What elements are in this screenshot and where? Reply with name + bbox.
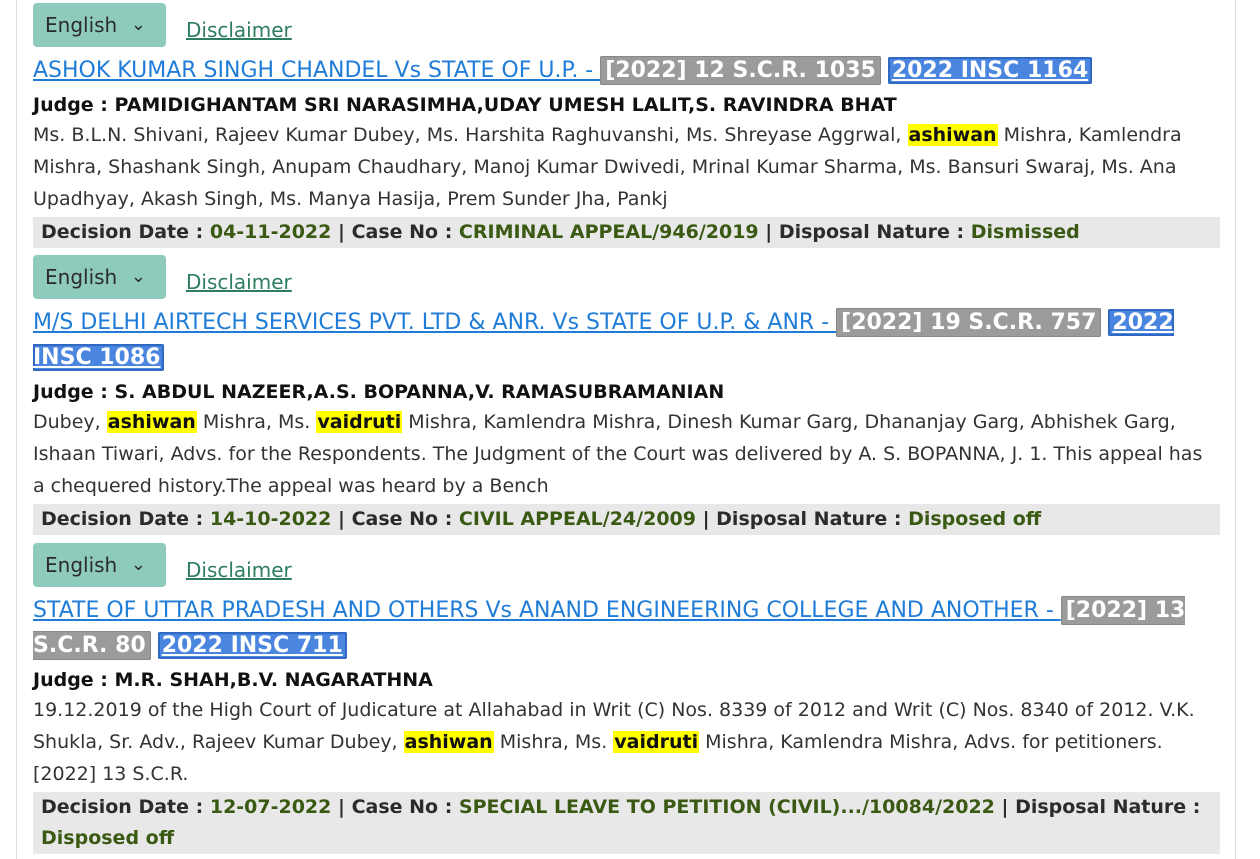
- search-result-3: English ⌄ Disclaimer STATE OF UTTAR PRAD…: [33, 543, 1220, 854]
- case-title-line: STATE OF UTTAR PRADESH AND OTHERS Vs ANA…: [33, 593, 1220, 663]
- search-term-highlight: ashiwan: [907, 124, 998, 146]
- language-select-value: English: [45, 553, 118, 577]
- search-term-highlight: ashiwan: [403, 731, 494, 753]
- disposal-value: Disposed off: [908, 508, 1042, 530]
- decision-date-value: 14-10-2022: [209, 508, 332, 530]
- judge-label: Judge :: [33, 669, 115, 691]
- disclaimer-link[interactable]: Disclaimer: [186, 267, 292, 297]
- scr-citation-badge: [2022] 19 S.C.R. 757: [836, 308, 1102, 337]
- disclaimer-link[interactable]: Disclaimer: [186, 555, 292, 585]
- case-title-link[interactable]: STATE OF UTTAR PRADESH AND OTHERS Vs ANA…: [33, 598, 1061, 623]
- case-title-link[interactable]: ASHOK KUMAR SINGH CHANDEL Vs STATE OF U.…: [33, 58, 600, 83]
- disposal-label: Disposal Nature :: [716, 508, 909, 530]
- disposal-label: Disposal Nature :: [778, 221, 971, 243]
- snippet-segment: Dubey,: [33, 411, 107, 433]
- search-result-2: English ⌄ Disclaimer M/S DELHI AIRTECH S…: [33, 255, 1220, 535]
- judge-label: Judge :: [33, 381, 115, 403]
- case-no-value: SPECIAL LEAVE TO PETITION (CIVIL).../100…: [458, 796, 995, 818]
- judge-line: Judge : PAMIDIGHANTAM SRI NARASIMHA,UDAY…: [33, 91, 1220, 119]
- search-result-1: English ⌄ Disclaimer ASHOK KUMAR SINGH C…: [33, 3, 1220, 248]
- case-title-line: ASHOK KUMAR SINGH CHANDEL Vs STATE OF U.…: [33, 53, 1220, 88]
- result-toolbar: English ⌄ Disclaimer: [33, 255, 1220, 301]
- case-no-value: CRIMINAL APPEAL/946/2019: [458, 221, 759, 243]
- case-no-value: CIVIL APPEAL/24/2009: [458, 508, 696, 530]
- decision-date-label: Decision Date :: [41, 796, 210, 818]
- result-toolbar: English ⌄ Disclaimer: [33, 3, 1220, 49]
- insc-citation-link[interactable]: 2022 INSC 1164: [887, 57, 1093, 84]
- language-select-value: English: [45, 265, 118, 289]
- decision-date-label: Decision Date :: [41, 508, 210, 530]
- disposal-label: Disposal Nature :: [1015, 796, 1201, 818]
- judge-line: Judge : S. ABDUL NAZEER,A.S. BOPANNA,V. …: [33, 378, 1220, 406]
- disposal-value: Disposed off: [41, 827, 175, 849]
- chevron-down-icon: ⌄: [130, 266, 146, 287]
- language-select[interactable]: English ⌄: [33, 255, 166, 299]
- snippet-text: 19.12.2019 of the High Court of Judicatu…: [33, 694, 1220, 790]
- judge-names: M.R. SHAH,B.V. NAGARATHNA: [114, 669, 433, 691]
- language-select-value: English: [45, 13, 118, 37]
- disclaimer-link[interactable]: Disclaimer: [186, 15, 292, 45]
- result-toolbar: English ⌄ Disclaimer: [33, 543, 1220, 589]
- decision-date-value: 04-11-2022: [209, 221, 332, 243]
- judge-names: S. ABDUL NAZEER,A.S. BOPANNA,V. RAMASUBR…: [114, 381, 725, 403]
- judge-line: Judge : M.R. SHAH,B.V. NAGARATHNA: [33, 666, 1220, 694]
- judge-label: Judge :: [33, 94, 115, 116]
- language-select[interactable]: English ⌄: [33, 543, 166, 587]
- disposal-value: Dismissed: [970, 221, 1080, 243]
- language-select[interactable]: English ⌄: [33, 3, 166, 47]
- judge-names: PAMIDIGHANTAM SRI NARASIMHA,UDAY UMESH L…: [114, 94, 897, 116]
- snippet-segment: Ms. B.L.N. Shivani, Rajeev Kumar Dubey, …: [33, 124, 908, 146]
- case-no-label: Case No :: [351, 796, 459, 818]
- case-meta-bar: Decision Date : 12-07-2022 | Case No : S…: [33, 792, 1220, 854]
- snippet-segment: Mishra, Ms.: [196, 411, 317, 433]
- case-title-link[interactable]: M/S DELHI AIRTECH SERVICES PVT. LTD & AN…: [33, 310, 836, 335]
- insc-citation-link[interactable]: 2022 INSC 711: [157, 632, 347, 659]
- case-meta-bar: Decision Date : 04-11-2022 | Case No : C…: [33, 217, 1220, 248]
- case-no-label: Case No :: [351, 221, 459, 243]
- case-meta-bar: Decision Date : 14-10-2022 | Case No : C…: [33, 504, 1220, 535]
- decision-date-value: 12-07-2022: [209, 796, 332, 818]
- search-term-highlight: ashiwan: [106, 411, 197, 433]
- search-term-highlight: vaidruti: [316, 411, 403, 433]
- chevron-down-icon: ⌄: [130, 554, 146, 575]
- case-no-label: Case No :: [351, 508, 459, 530]
- snippet-text: Ms. B.L.N. Shivani, Rajeev Kumar Dubey, …: [33, 119, 1220, 215]
- search-term-highlight: vaidruti: [613, 731, 700, 753]
- snippet-segment: Mishra, Ms.: [493, 731, 614, 753]
- snippet-text: Dubey, ashiwan Mishra, Ms. vaidruti Mish…: [33, 406, 1220, 502]
- scr-citation-badge: [2022] 12 S.C.R. 1035: [600, 56, 881, 85]
- case-title-line: M/S DELHI AIRTECH SERVICES PVT. LTD & AN…: [33, 305, 1220, 375]
- decision-date-label: Decision Date :: [41, 221, 210, 243]
- chevron-down-icon: ⌄: [130, 14, 146, 35]
